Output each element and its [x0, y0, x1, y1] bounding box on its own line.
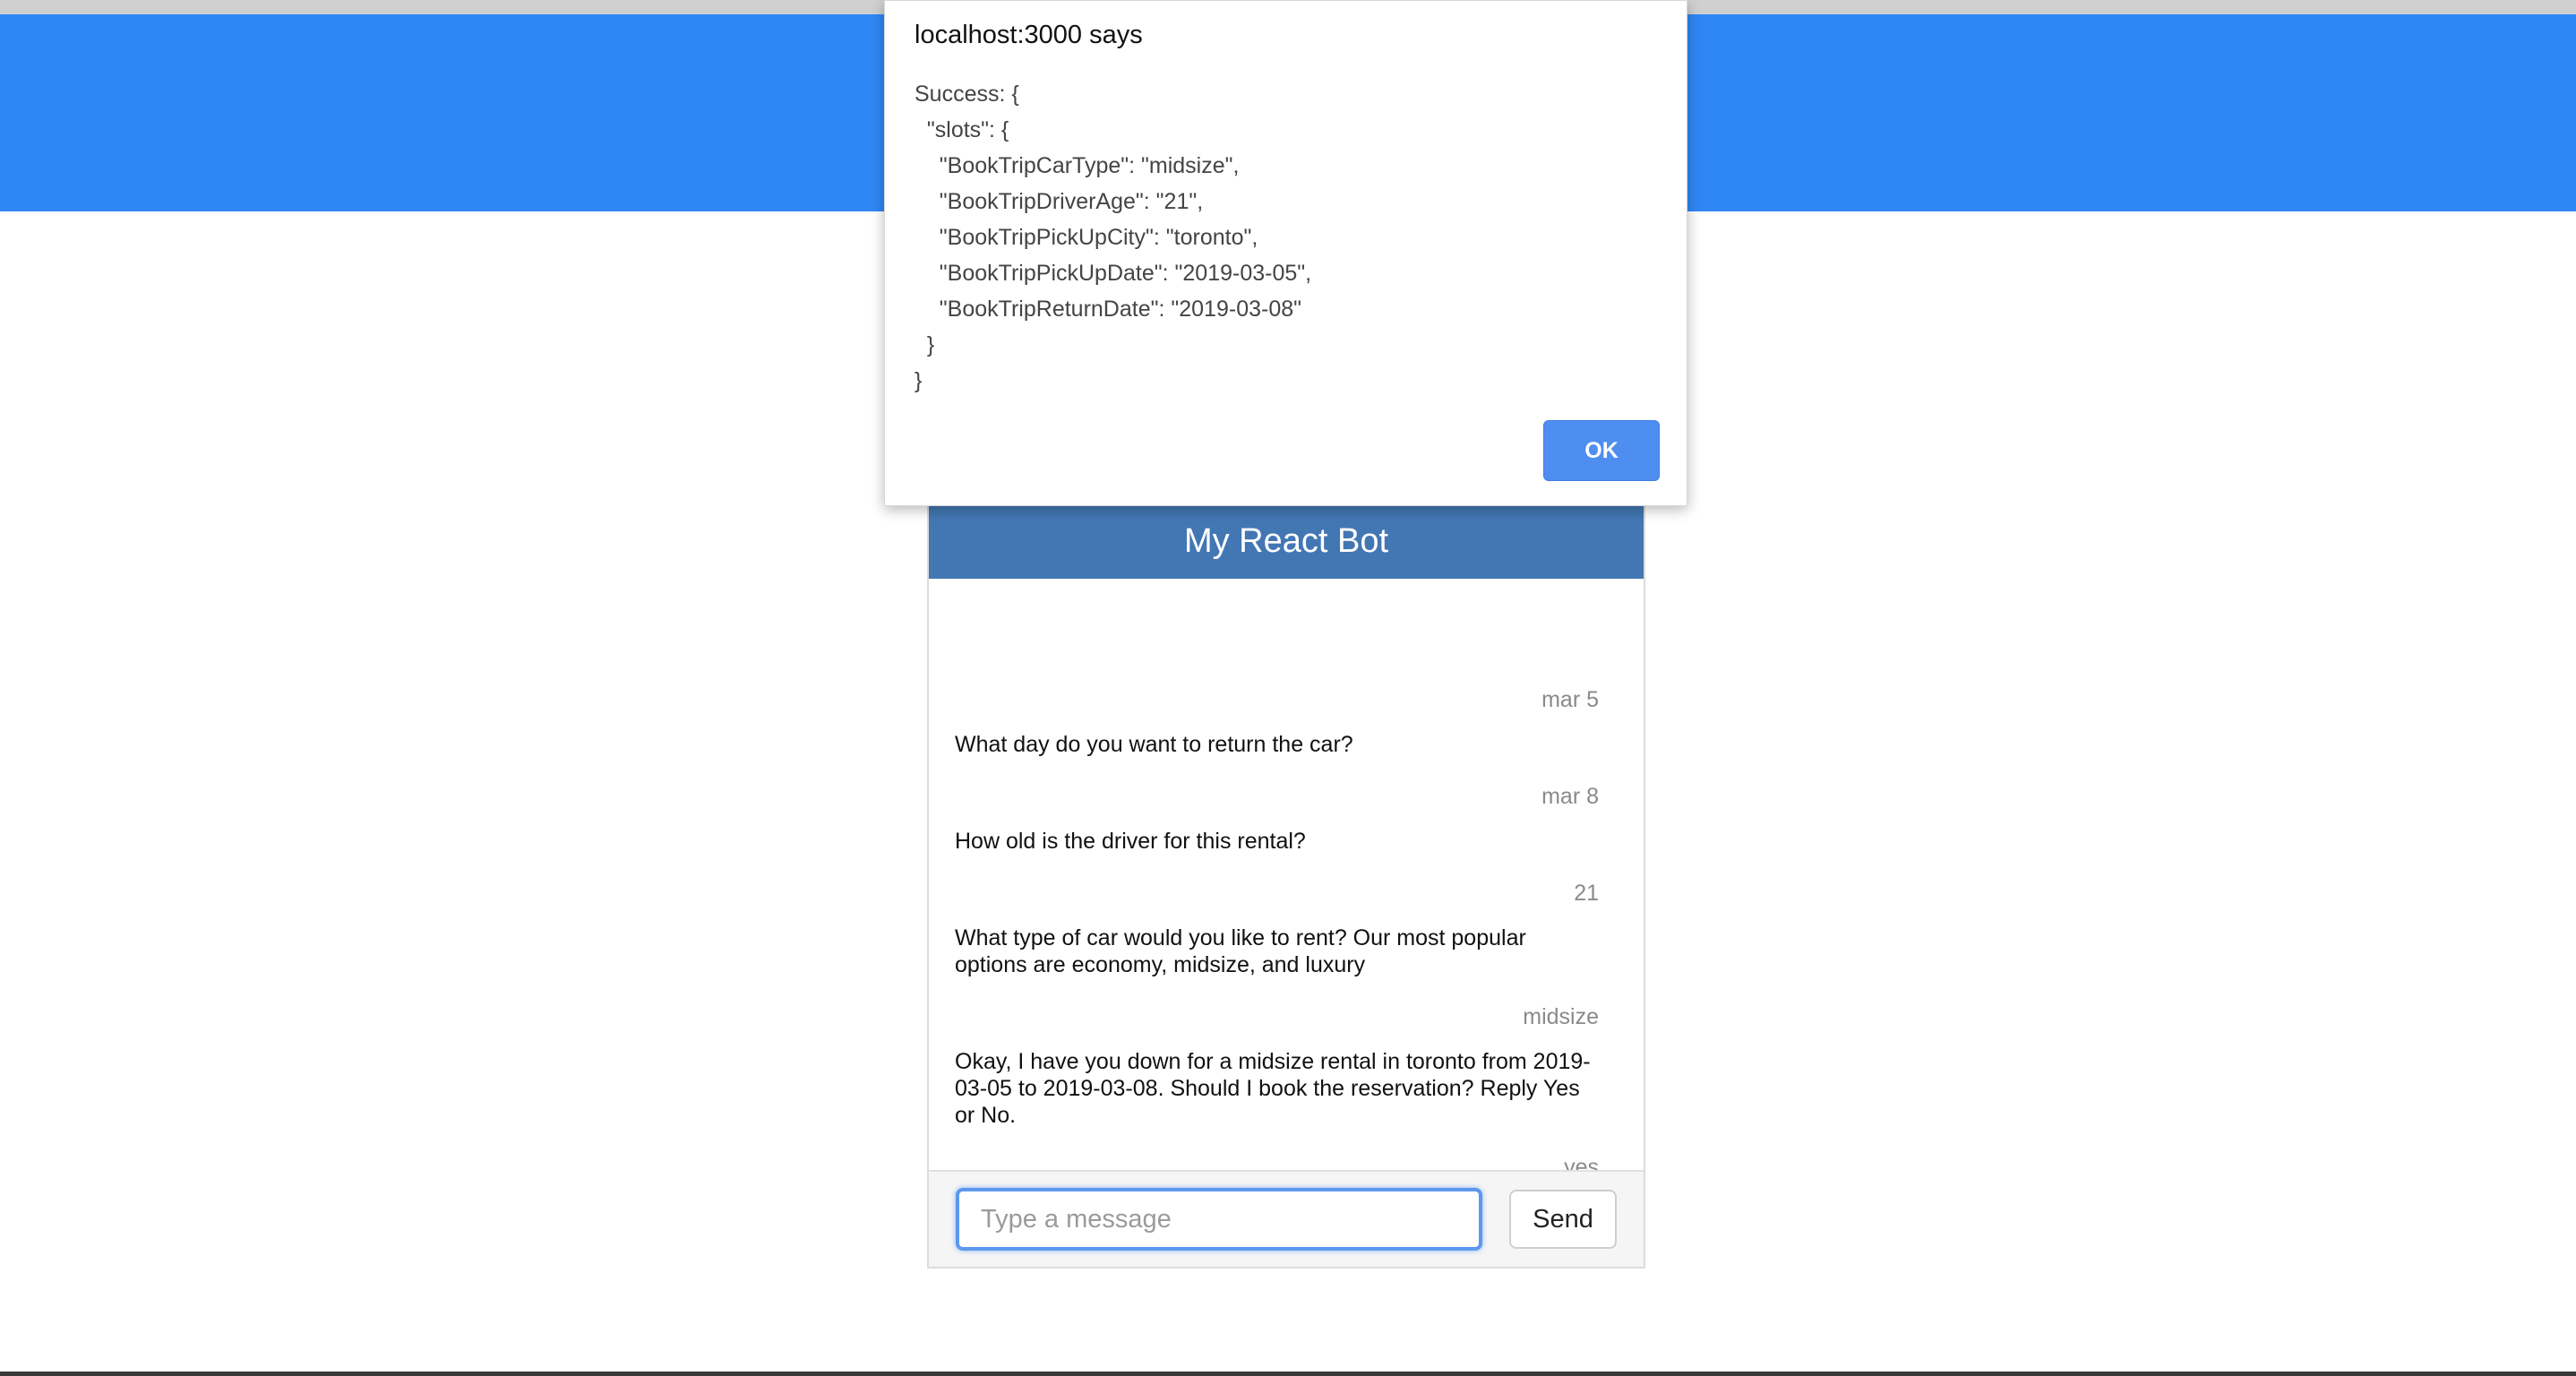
message-input[interactable]: [956, 1188, 1482, 1251]
user-message: midsize: [1523, 1004, 1599, 1029]
chat-widget: My React Bot mar 5 What day do you want …: [927, 502, 1645, 1268]
user-message: mar 8: [1541, 784, 1599, 809]
user-message: 21: [1574, 881, 1599, 906]
alert-title: localhost:3000 says: [914, 21, 1143, 49]
user-message: mar 5: [1541, 687, 1599, 712]
alert-message: Success: { "slots": { "BookTripCarType":…: [914, 82, 1312, 393]
bottom-border: [0, 1372, 2576, 1376]
send-button[interactable]: Send: [1509, 1190, 1617, 1249]
message-input-bar: Send: [929, 1170, 1644, 1267]
bot-message: What day do you want to return the car?: [955, 732, 1353, 757]
bot-message: How old is the driver for this rental?: [955, 829, 1306, 854]
alert-dialog: localhost:3000 says Success: { "slots": …: [884, 0, 1687, 506]
chat-title: My React Bot: [929, 503, 1644, 579]
conversation-log[interactable]: mar 5 What day do you want to return the…: [929, 579, 1644, 1180]
bot-message: Okay, I have you down for a midsize rent…: [955, 1049, 1591, 1128]
ok-button[interactable]: OK: [1543, 420, 1660, 481]
bot-message: What type of car would you like to rent?…: [955, 925, 1526, 977]
